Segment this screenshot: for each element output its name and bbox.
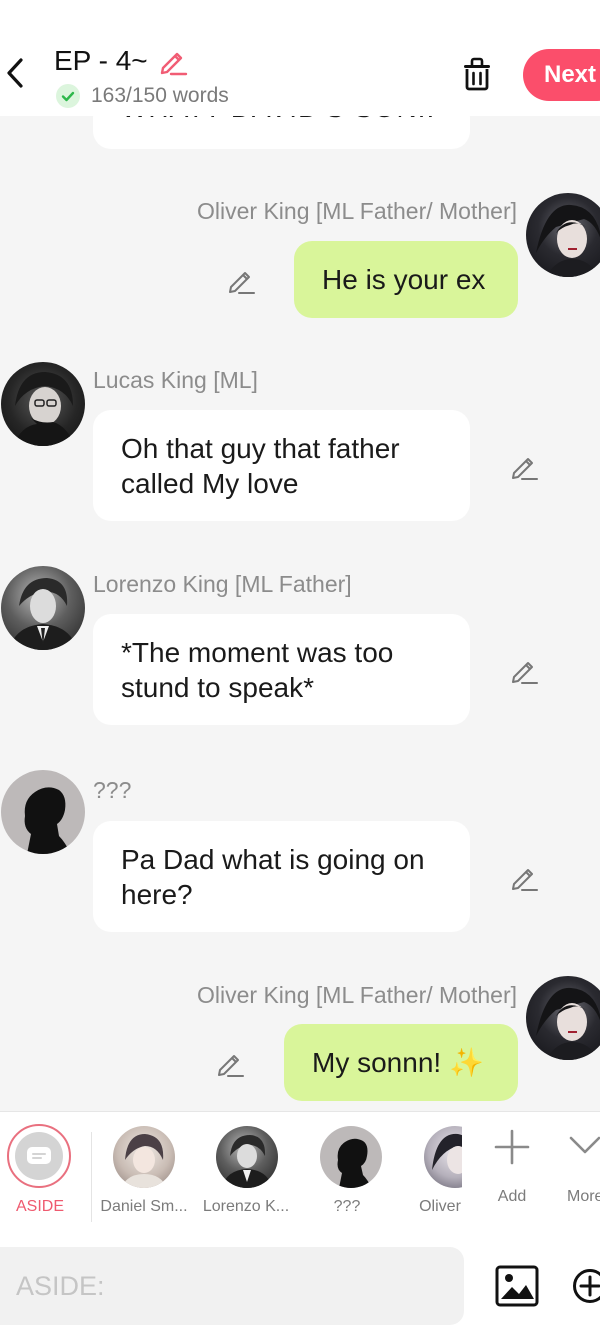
daniel-avatar <box>113 1126 175 1188</box>
lorenzo-avatar[interactable] <box>1 566 85 650</box>
speaker-name: ??? <box>93 777 132 803</box>
speech-bubble-icon <box>27 1147 51 1164</box>
composer-bar <box>0 1235 600 1338</box>
message-bubble[interactable]: My sonnn! ✨ <box>284 1024 518 1101</box>
oliver-avatar <box>424 1126 462 1188</box>
message-bubble[interactable]: *The moment was too stund to speak* <box>93 614 470 725</box>
message-bubble[interactable]: Oh that guy that father called My love <box>93 410 470 521</box>
message-text: WHAT? DAVID'S SON.. <box>121 116 442 125</box>
unknown-avatar <box>320 1126 382 1188</box>
chevron-down-icon <box>569 1136 600 1154</box>
message-input[interactable] <box>0 1247 464 1325</box>
character-selector[interactable]: ASIDE Daniel Sm... Lorenzo K... ??? Oliv… <box>0 1111 600 1235</box>
lorenzo-avatar <box>216 1126 278 1188</box>
character-label: Add <box>497 1188 527 1205</box>
character-label: ASIDE <box>15 1198 64 1215</box>
more-characters-button[interactable]: More <box>556 1112 600 1235</box>
character-daniel[interactable]: Daniel Sm... <box>96 1112 192 1235</box>
next-button[interactable]: Next <box>523 49 600 101</box>
trash-icon[interactable] <box>460 56 494 92</box>
edit-message-pencil-icon[interactable] <box>226 265 256 295</box>
speaker-name: Lorenzo King [ML Father] <box>93 571 352 597</box>
message-text: My sonnn! ✨ <box>312 1047 484 1078</box>
plus-icon <box>494 1129 530 1165</box>
back-chevron-icon[interactable] <box>4 56 26 90</box>
character-lorenzo[interactable]: Lorenzo K... <box>198 1112 294 1235</box>
top-bar: EP - 4~ 163/150 words Next <box>0 0 600 116</box>
message-text: Pa Dad what is going on here? <box>121 844 425 910</box>
character-label: Oliver <box>419 1198 461 1215</box>
message-bubble[interactable]: He is your ex <box>294 241 518 318</box>
aside-avatar[interactable] <box>7 1124 71 1188</box>
oliver-avatar[interactable] <box>526 976 600 1060</box>
chat-area[interactable]: WHAT? DAVID'S SON.. Oliver King [ML Fath… <box>0 116 600 1111</box>
message-text: He is your ex <box>322 264 486 295</box>
edit-message-pencil-icon[interactable] <box>509 655 539 685</box>
character-label: ??? <box>333 1198 361 1215</box>
edit-message-pencil-icon[interactable] <box>509 862 539 892</box>
character-oliver[interactable]: Oliver <box>400 1112 462 1235</box>
speaker-name: Lucas King [ML] <box>93 367 258 393</box>
title-pencil-icon[interactable] <box>158 46 188 76</box>
message-text: *The moment was too stund to speak* <box>121 637 394 703</box>
plus-circle-icon[interactable] <box>572 1268 600 1304</box>
character-label: Lorenzo K... <box>202 1198 290 1215</box>
image-icon[interactable] <box>495 1265 539 1307</box>
speaker-name: Oliver King [ML Father/ Mother] <box>197 982 517 1008</box>
episode-title[interactable]: EP - 4~ <box>54 44 148 78</box>
character-aside[interactable]: ASIDE <box>0 1112 80 1235</box>
character-label: More <box>567 1188 600 1205</box>
oliver-avatar[interactable] <box>526 193 600 277</box>
message-text: Oh that guy that father called My love <box>121 433 400 499</box>
add-character-button[interactable]: Add <box>480 1112 544 1235</box>
character-label: Daniel Sm... <box>100 1198 188 1215</box>
lucas-avatar[interactable] <box>1 362 85 446</box>
message-bubble[interactable]: Pa Dad what is going on here? <box>93 821 470 932</box>
divider <box>91 1132 92 1222</box>
edit-message-pencil-icon[interactable] <box>509 451 539 481</box>
check-circle-icon <box>56 84 80 108</box>
character-unknown[interactable]: ??? <box>300 1112 394 1235</box>
unknown-avatar[interactable] <box>1 770 85 854</box>
edit-message-pencil-icon[interactable] <box>215 1048 245 1078</box>
message-bubble[interactable]: WHAT? DAVID'S SON.. <box>93 116 470 149</box>
speaker-name: Oliver King [ML Father/ Mother] <box>197 198 517 224</box>
word-count: 163/150 words <box>91 84 229 107</box>
